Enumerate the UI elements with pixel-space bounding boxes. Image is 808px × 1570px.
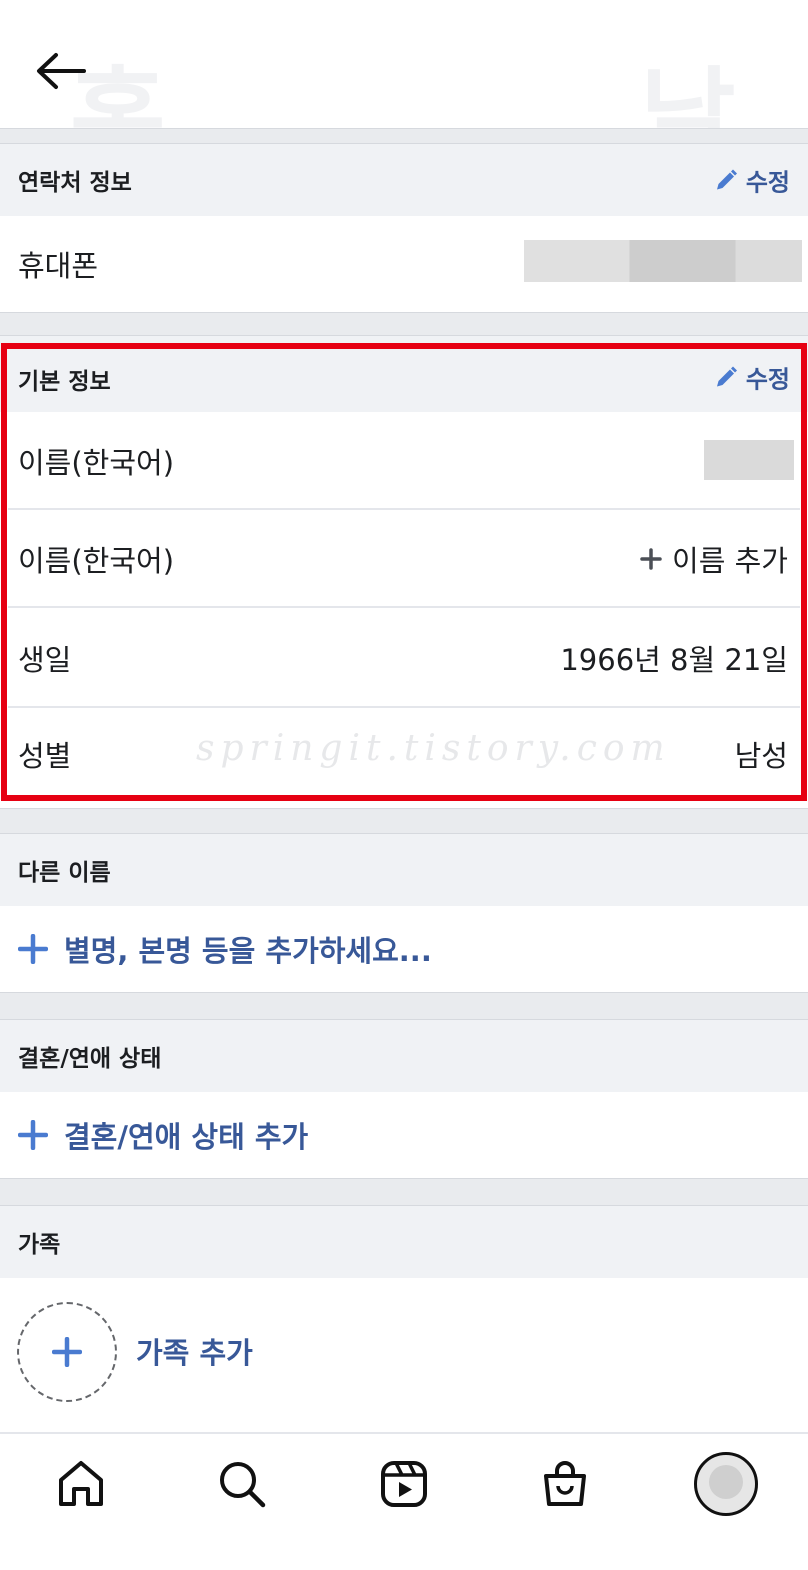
contact-edit-label: 수정 bbox=[745, 168, 790, 197]
section-gap bbox=[0, 312, 808, 336]
other-names-title: 다른 이름 bbox=[18, 860, 111, 886]
family-add-row[interactable]: 가족 추가 bbox=[0, 1278, 808, 1424]
contact-info-header: 연락처 정보 수정 bbox=[0, 144, 808, 216]
home-icon bbox=[59, 1461, 103, 1506]
top-bar: 홈 날 bbox=[0, 0, 808, 178]
other-names-header: 다른 이름 bbox=[0, 834, 808, 906]
section-gap bbox=[0, 1178, 808, 1206]
basic-info-title: 기본 정보 bbox=[18, 368, 111, 395]
basic-edit-button[interactable]: 수정 bbox=[714, 360, 790, 395]
nav-search-button[interactable] bbox=[210, 1452, 274, 1516]
search-icon bbox=[220, 1462, 266, 1508]
add-other-name-button[interactable]: 별명, 본명 등을 추가하세요... bbox=[18, 928, 432, 970]
arrow-left-icon bbox=[37, 53, 86, 89]
watermark: springit.tistory.com bbox=[196, 728, 671, 769]
nav-reels-button[interactable] bbox=[372, 1452, 436, 1516]
gender-label: 성별 bbox=[18, 739, 72, 773]
name-korean-add-row[interactable]: 이름(한국어) 이름 추가 bbox=[0, 510, 808, 608]
profile-avatar bbox=[694, 1452, 758, 1516]
plus-icon bbox=[18, 1120, 48, 1150]
birthday-row[interactable]: 생일 1966년 8월 21일 bbox=[0, 608, 808, 708]
reels-icon bbox=[381, 1461, 427, 1507]
name-korean-label: 이름(한국어) bbox=[18, 446, 175, 480]
pencil-icon bbox=[716, 366, 737, 387]
plus-icon bbox=[52, 1337, 82, 1367]
phone-row[interactable]: 휴대폰 bbox=[0, 216, 808, 312]
section-gap bbox=[0, 128, 808, 144]
relationship-header: 결혼/연애 상태 bbox=[0, 1020, 808, 1092]
section-gap bbox=[0, 808, 808, 834]
back-button[interactable] bbox=[30, 44, 90, 98]
pencil-icon bbox=[716, 169, 737, 189]
add-name-button[interactable]: 이름 추가 bbox=[640, 538, 788, 580]
other-names-add-row[interactable]: 별명, 본명 등을 추가하세요... bbox=[0, 906, 808, 992]
nav-home-button[interactable] bbox=[49, 1452, 113, 1516]
bottom-navigation bbox=[0, 1432, 808, 1570]
plus-icon bbox=[640, 548, 662, 570]
add-other-name-label: 별명, 본명 등을 추가하세요... bbox=[64, 934, 432, 968]
family-title: 가족 bbox=[18, 1232, 61, 1258]
family-header: 가족 bbox=[0, 1206, 808, 1278]
basic-edit-label: 수정 bbox=[745, 365, 790, 394]
name-korean-row[interactable]: 이름(한국어) bbox=[0, 412, 808, 510]
nav-shop-button[interactable] bbox=[533, 1452, 597, 1516]
gender-value: 남성 bbox=[734, 739, 788, 773]
phone-value-redacted bbox=[524, 240, 802, 282]
nav-profile-button[interactable] bbox=[694, 1452, 758, 1516]
birthday-value: 1966년 8월 21일 bbox=[560, 643, 788, 677]
basic-info-header: 기본 정보 수정 bbox=[0, 336, 808, 412]
add-relationship-button[interactable]: 결혼/연애 상태 추가 bbox=[18, 1114, 308, 1156]
add-family-circle[interactable] bbox=[17, 1302, 117, 1402]
add-relationship-label: 결혼/연애 상태 추가 bbox=[64, 1120, 309, 1154]
birthday-label: 생일 bbox=[18, 643, 72, 677]
contact-edit-button[interactable]: 수정 bbox=[714, 163, 790, 198]
shop-icon bbox=[544, 1461, 586, 1506]
name-korean-label: 이름(한국어) bbox=[18, 544, 175, 578]
relationship-add-row[interactable]: 결혼/연애 상태 추가 bbox=[0, 1092, 808, 1178]
phone-label: 휴대폰 bbox=[18, 249, 99, 283]
plus-icon bbox=[18, 934, 48, 964]
contact-info-title: 연락처 정보 bbox=[18, 170, 132, 196]
section-gap bbox=[0, 992, 808, 1020]
add-family-label[interactable]: 가족 추가 bbox=[136, 1330, 253, 1372]
relationship-title: 결혼/연애 상태 bbox=[18, 1046, 162, 1072]
add-name-label: 이름 추가 bbox=[672, 544, 788, 578]
name-value-redacted bbox=[704, 440, 794, 480]
